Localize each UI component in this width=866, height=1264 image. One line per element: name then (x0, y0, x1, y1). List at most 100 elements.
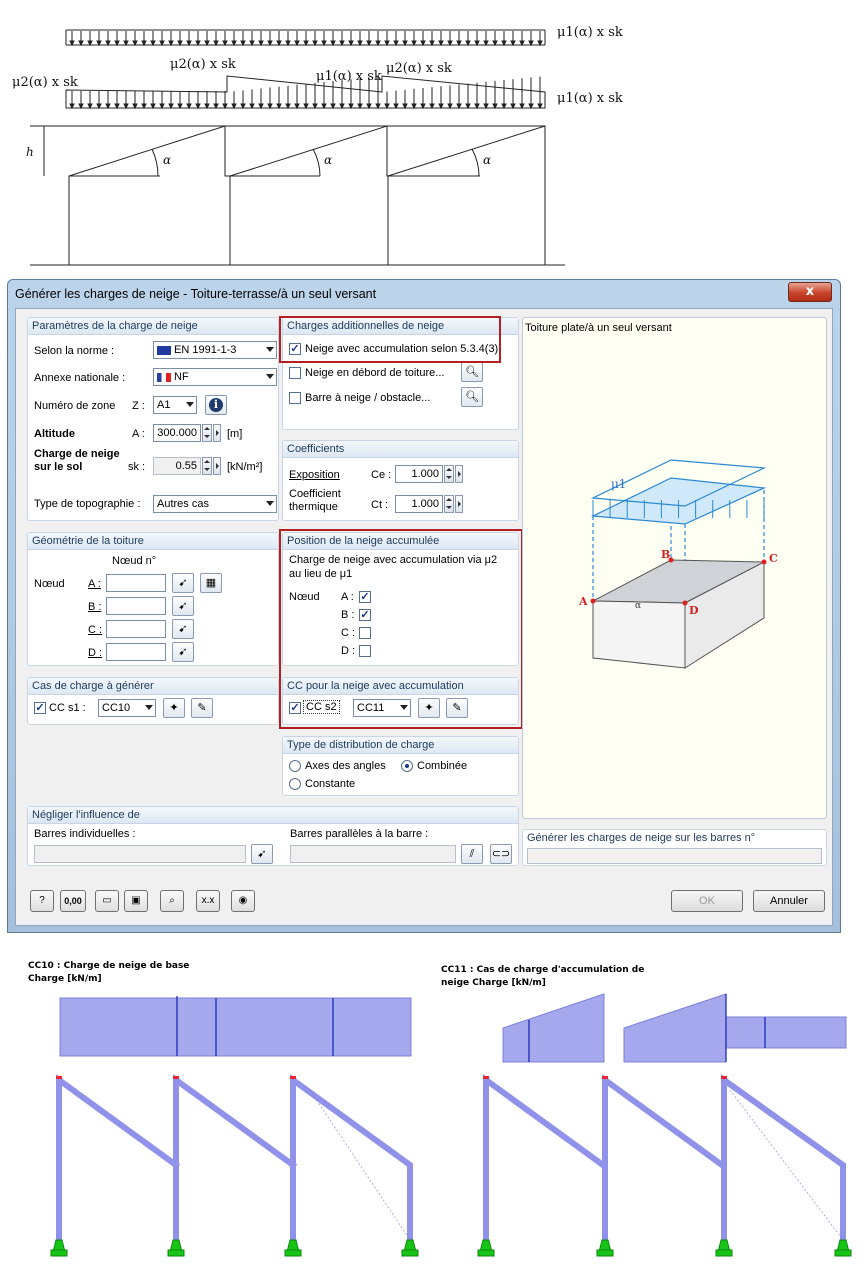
overhang-details-button[interactable]: 🔍︎ (461, 362, 483, 382)
generate-input[interactable] (527, 848, 822, 864)
eye-icon: ◉ (238, 895, 248, 906)
cc-s1-select[interactable]: CC10 (98, 699, 156, 717)
barres-par-pick-button[interactable]: ⫽ (461, 844, 483, 864)
therm-input[interactable]: 1.000 (395, 495, 443, 513)
zone-info-button[interactable]: i (205, 395, 227, 415)
preview-c-label: C (769, 552, 778, 565)
distrib-angles-radio[interactable] (289, 760, 301, 772)
snowbar-details-button[interactable]: 🔍︎ (461, 387, 483, 407)
load-arrow-head (456, 40, 462, 47)
altitude-spinner[interactable] (202, 424, 212, 442)
load-arrow-head (537, 40, 543, 47)
node-a-select-button[interactable]: ▦ (200, 573, 222, 593)
support-base (477, 1249, 495, 1257)
snowbar-checkbox[interactable] (289, 392, 301, 404)
distrib-combined-radio[interactable] (401, 760, 413, 772)
therm-arrow-button[interactable] (455, 495, 463, 513)
save-button[interactable]: ▣ (124, 890, 148, 912)
cc-s1-edit-button[interactable]: ✎ (191, 698, 213, 718)
cursor-icon: ➹ (178, 577, 188, 589)
barres-par-link-button[interactable]: ⊂⊃ (490, 844, 512, 864)
load-arrow-head (348, 103, 354, 110)
load-arrow-head (114, 103, 120, 110)
magnifier-icon: 🔍︎ (465, 391, 479, 403)
load-arrow-head (78, 40, 84, 47)
load-arrow-head (393, 40, 399, 47)
norme-select[interactable]: EN 1991-1-3 (153, 341, 277, 359)
units-button[interactable]: x.x (196, 890, 220, 912)
dialog-client: Paramètres de la charge de neige Selon l… (15, 308, 833, 926)
geometry-header: Géométrie de la toiture (28, 533, 278, 550)
charge-arrow-button[interactable] (213, 457, 221, 475)
load-arrow-head (240, 103, 246, 110)
zone-select[interactable]: A1 (153, 396, 197, 414)
left-caption-2: Charge [kN/m] (28, 974, 102, 984)
load-arrow-head (519, 103, 525, 110)
node-a-input[interactable] (106, 574, 166, 592)
alpha-3-text: α (483, 153, 491, 167)
expo-arrow-button[interactable] (455, 465, 463, 483)
link-icon: ⊂⊃ (491, 848, 511, 860)
node-d-input[interactable] (106, 643, 166, 661)
charge-spinner[interactable] (202, 457, 212, 475)
cursor-icon: ➹ (178, 646, 188, 658)
therm-spinner[interactable] (444, 495, 454, 513)
node-b-input[interactable] (106, 597, 166, 615)
close-button[interactable]: x (788, 282, 832, 302)
altitude-symbol: A : (132, 428, 145, 440)
distrib-constant-radio[interactable] (289, 778, 301, 790)
barres-ind-pick-button[interactable]: ➹ (251, 844, 273, 864)
load-arrow-head (312, 103, 318, 110)
altitude-arrow-button[interactable] (213, 424, 221, 442)
barres-ind-input[interactable] (34, 845, 246, 863)
load-arrow-head (303, 103, 309, 110)
load-arrow-head (186, 40, 192, 47)
altitude-label: Altitude (34, 428, 75, 440)
mid3-load-label-text: μ2(α) x sk (386, 61, 452, 76)
mid2-load-label-text: μ1(α) x sk (316, 69, 382, 84)
zero-button[interactable]: 0,00 (60, 890, 86, 912)
expo-spinner[interactable] (444, 465, 454, 483)
preview-d-text: D (689, 604, 699, 617)
search-button[interactable]: ⌕ (160, 890, 184, 912)
load-arrow-head (105, 40, 111, 47)
view-button[interactable]: ◉ (231, 890, 255, 912)
expo-input[interactable]: 1.000 (395, 465, 443, 483)
cc-s1-label: CC s1 : (49, 702, 86, 714)
load-arrow-head (519, 40, 525, 47)
overhang-checkbox[interactable] (289, 367, 301, 379)
load-arrow-head (321, 103, 327, 110)
annexe-label: Annexe nationale : (34, 372, 126, 384)
ok-button[interactable]: OK (671, 890, 743, 912)
load-arrow-head (492, 103, 498, 110)
distrib-constant-label: Constante (305, 778, 356, 790)
charge-input[interactable]: 0.55 (153, 457, 201, 475)
cc-s1-new-button[interactable]: ✦ (163, 698, 185, 718)
left-caption-1: CC10 : Charge de neige de base (28, 961, 190, 971)
cc-s1-checkbox[interactable]: ✓ (34, 702, 46, 714)
alpha-label-2: α (324, 153, 332, 167)
node-b-pick-button[interactable]: ➹ (172, 596, 194, 616)
node-d-pick-button[interactable]: ➹ (172, 642, 194, 662)
help-button[interactable]: ? (30, 890, 54, 912)
load-arrow-head (195, 103, 201, 110)
node-a-pick-button[interactable]: ➹ (172, 573, 194, 593)
left-load-label: μ2(α) x sk (12, 75, 78, 90)
norme-value: EN 1991-1-3 (174, 344, 237, 356)
alpha-1-text: α (163, 153, 171, 167)
load-arrow-head (213, 40, 219, 47)
cancel-button[interactable]: Annuler (753, 890, 825, 912)
open-button[interactable]: ▭ (95, 890, 119, 912)
highlight-accumulation (279, 316, 501, 363)
barres-par-input[interactable] (290, 845, 456, 863)
altitude-input[interactable]: 300.000 (153, 424, 201, 442)
distrib-angles-label: Axes des angles (305, 760, 386, 772)
load-arrow-head (141, 103, 147, 110)
node-c-pick-button[interactable]: ➹ (172, 619, 194, 639)
zero-value-icon: 0,00 (64, 896, 82, 906)
topo-select[interactable]: Autres cas (153, 495, 277, 513)
load-arrow-head (393, 103, 399, 110)
node-c-input[interactable] (106, 620, 166, 638)
node-row-label: Nœud (34, 578, 65, 590)
annexe-select[interactable]: NF (153, 368, 277, 386)
